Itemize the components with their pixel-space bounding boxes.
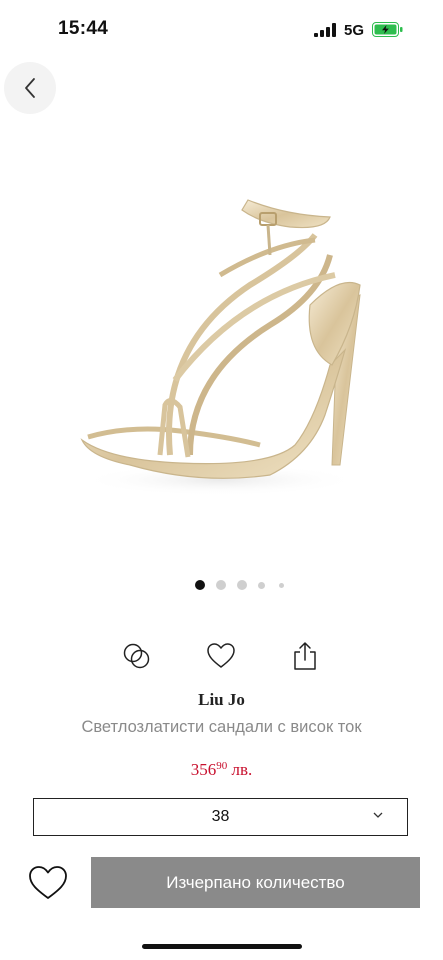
out-of-stock-label: Изчерпано количество bbox=[166, 872, 345, 892]
product-actions bbox=[0, 638, 443, 674]
gallery-pagination[interactable] bbox=[195, 580, 295, 592]
gallery-dot[interactable] bbox=[237, 580, 247, 590]
gallery-dot[interactable] bbox=[279, 583, 284, 588]
share-icon bbox=[294, 642, 316, 670]
product-image[interactable] bbox=[70, 175, 380, 515]
product-brand[interactable]: Liu Jo bbox=[0, 690, 443, 710]
price-currency: лв. bbox=[231, 760, 253, 779]
compare-button[interactable] bbox=[119, 638, 155, 674]
gallery-dot[interactable] bbox=[258, 582, 265, 589]
wishlist-button[interactable] bbox=[26, 861, 70, 905]
gallery-dot[interactable] bbox=[216, 580, 226, 590]
size-selected-value: 38 bbox=[211, 808, 230, 825]
battery-charging-icon bbox=[372, 22, 403, 37]
home-indicator[interactable] bbox=[142, 944, 302, 949]
network-label: 5G bbox=[344, 22, 365, 39]
price-cents: 90 bbox=[216, 760, 228, 772]
back-button[interactable] bbox=[4, 62, 56, 114]
heart-icon bbox=[207, 643, 235, 668]
signal-icon bbox=[314, 23, 336, 37]
size-dropdown[interactable]: 38 bbox=[33, 798, 408, 836]
product-title: Светлозлатисти сандали с висок ток bbox=[81, 718, 362, 736]
share-button[interactable] bbox=[287, 638, 323, 674]
chevron-left-icon bbox=[25, 78, 35, 98]
heart-icon bbox=[29, 866, 67, 899]
status-bar: 15:44 5G bbox=[0, 0, 443, 60]
status-time: 15:44 bbox=[58, 18, 109, 39]
gallery-dot-active[interactable] bbox=[195, 580, 205, 590]
out-of-stock-button[interactable]: Изчерпано количество bbox=[91, 857, 420, 908]
favorite-button[interactable] bbox=[203, 638, 239, 674]
product-price: 35690 лв. bbox=[0, 760, 443, 780]
price-main: 356 bbox=[190, 760, 217, 779]
compare-icon bbox=[123, 643, 150, 669]
chevron-down-icon bbox=[373, 812, 383, 818]
